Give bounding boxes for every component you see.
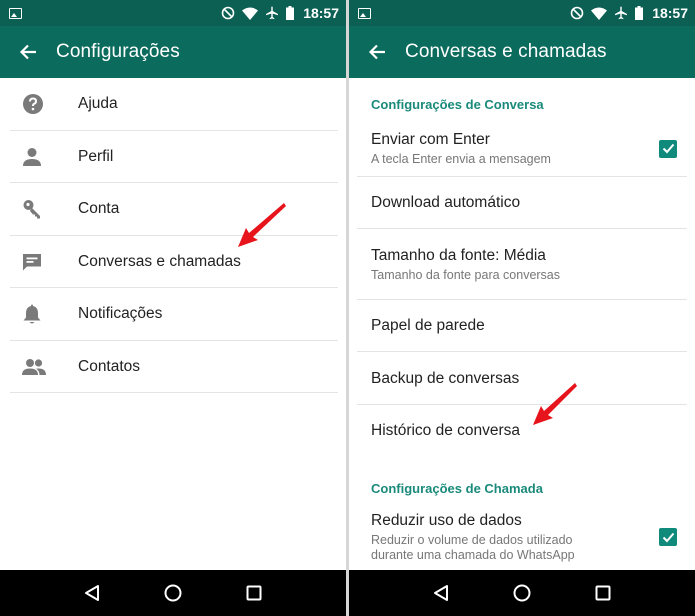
setting-backup[interactable]: Backup de conversas (349, 352, 695, 405)
nav-home-button[interactable] (508, 579, 536, 607)
nav-home-button[interactable] (159, 579, 187, 607)
red-pointer-arrow (238, 203, 286, 247)
checkmark-icon (662, 532, 674, 542)
image-notification-icon (358, 7, 371, 19)
airplane-icon (266, 6, 279, 20)
settings-item-account[interactable]: Conta (0, 183, 346, 236)
contacts-icon (22, 358, 46, 375)
setting-font-size[interactable]: Tamanho da fonte: Média Tamanho da fonte… (349, 229, 695, 300)
bell-icon (23, 304, 41, 324)
navigation-bar (0, 570, 346, 616)
nav-recents-button[interactable] (240, 579, 268, 607)
low-data-checkbox[interactable] (659, 528, 677, 546)
setting-subtitle: A tecla Enter envia a mensagem (371, 151, 551, 166)
setting-subtitle: Tamanho da fonte para conversas (371, 267, 561, 282)
settings-screen: 18:57 Configurações Ajuda Perfil Conta C… (0, 0, 346, 616)
settings-item-profile[interactable]: Perfil (0, 131, 346, 184)
red-pointer-arrow (533, 383, 577, 425)
back-button[interactable] (349, 43, 405, 61)
settings-item-label: Perfil (78, 147, 114, 165)
person-icon (23, 147, 41, 166)
setting-title: Enviar com Enter (371, 130, 490, 148)
battery-icon (635, 6, 644, 20)
page-title: Configurações (56, 41, 180, 62)
clock: 18:57 (652, 5, 688, 21)
chat-icon (23, 253, 41, 271)
app-bar: Configurações (0, 26, 346, 78)
enter-send-checkbox[interactable] (659, 139, 677, 158)
arrow-back-icon (19, 44, 36, 60)
section-header-call: Configurações de Chamada (371, 480, 543, 496)
battery-icon (286, 6, 295, 20)
setting-enter-send[interactable]: Enviar com Enter A tecla Enter envia a m… (349, 120, 695, 177)
setting-subtitle: durante uma chamada do WhatsApp (371, 548, 575, 562)
settings-item-label: Conversas e chamadas (78, 252, 241, 270)
square-recents-icon (595, 585, 611, 601)
setting-title: Backup de conversas (371, 369, 520, 387)
setting-title: Download automático (371, 194, 521, 211)
page-title: Conversas e chamadas (405, 41, 607, 62)
setting-auto-download[interactable]: Download automático (349, 177, 695, 229)
triangle-back-icon (434, 585, 449, 601)
square-recents-icon (246, 585, 262, 601)
settings-item-label: Conta (78, 200, 120, 218)
nav-back-button[interactable] (427, 579, 455, 607)
setting-wallpaper[interactable]: Papel de parede (349, 300, 695, 352)
clock: 18:57 (303, 5, 339, 21)
settings-list: Ajuda Perfil Conta Conversas e chamadas … (0, 78, 346, 393)
setting-low-data[interactable]: Reduzir uso de dados Reduzir o volume de… (349, 509, 695, 569)
navigation-bar (349, 570, 695, 616)
nav-recents-button[interactable] (589, 579, 617, 607)
settings-item-chats-calls[interactable]: Conversas e chamadas (0, 236, 346, 289)
settings-item-label: Ajuda (78, 95, 118, 113)
nav-back-button[interactable] (78, 579, 106, 607)
do-not-disturb-icon (570, 6, 584, 20)
status-bar: 18:57 (0, 0, 346, 26)
checkmark-icon (662, 143, 674, 154)
setting-title: Histórico de conversa (371, 422, 521, 439)
app-bar: Conversas e chamadas (349, 26, 695, 78)
setting-chat-history[interactable]: Histórico de conversa (349, 405, 695, 457)
settings-item-notifications[interactable]: Notificações (0, 288, 346, 341)
settings-item-label: Notificações (78, 305, 163, 323)
key-icon (23, 200, 40, 219)
help-icon (23, 94, 43, 115)
circle-home-icon (164, 584, 182, 602)
chat-settings-list: Configurações de Conversa Enviar com Ent… (349, 78, 695, 569)
setting-title: Papel de parede (371, 317, 485, 334)
settings-item-contacts[interactable]: Contatos (0, 341, 346, 394)
setting-title: Tamanho da fonte: Média (371, 246, 546, 264)
setting-title: Reduzir uso de dados (371, 512, 522, 529)
do-not-disturb-icon (221, 6, 235, 20)
circle-home-icon (513, 584, 531, 602)
chats-calls-screen: 18:57 Conversas e chamadas Configurações… (349, 0, 695, 616)
airplane-icon (615, 6, 628, 20)
triangle-back-icon (85, 585, 100, 601)
status-bar: 18:57 (349, 0, 695, 26)
wifi-icon (591, 7, 608, 20)
back-button[interactable] (0, 43, 56, 61)
settings-item-help[interactable]: Ajuda (0, 78, 346, 131)
wifi-icon (242, 7, 259, 20)
image-notification-icon (9, 7, 22, 19)
arrow-back-icon (368, 44, 385, 60)
setting-subtitle: Reduzir o volume de dados utilizado (371, 533, 573, 547)
settings-item-label: Contatos (78, 357, 141, 375)
